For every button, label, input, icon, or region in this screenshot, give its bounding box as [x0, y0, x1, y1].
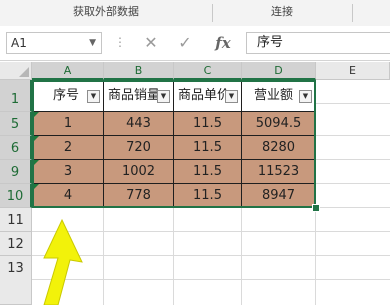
confirm-icon[interactable]: ✓ — [174, 32, 196, 54]
table-cell[interactable]: 11.5 — [174, 112, 242, 136]
table-cell[interactable]: 11.5 — [174, 160, 242, 184]
row-header-12[interactable]: 12 — [0, 232, 32, 256]
cell-value: 1 — [63, 116, 73, 131]
header-cell-revenue[interactable]: 营业额 ▼ — [242, 80, 316, 112]
gridline — [316, 207, 390, 208]
cell-value: 4 — [63, 188, 73, 203]
header-cell-price[interactable]: 商品单价 ▼ — [174, 80, 242, 112]
header-cell-id[interactable]: 序号 ▼ — [32, 80, 104, 112]
table-cell[interactable]: 11523 — [242, 160, 316, 184]
cell-value: 3 — [63, 164, 73, 179]
table-cell[interactable]: 3 — [32, 160, 104, 184]
table-cell[interactable]: 11.5 — [174, 136, 242, 160]
row-header-5[interactable]: 5 — [0, 112, 32, 136]
error-indicator-icon — [33, 184, 39, 190]
table-cell[interactable]: 443 — [104, 112, 174, 136]
fill-handle[interactable] — [312, 204, 320, 212]
header-cell-sales[interactable]: 商品销量 ▼ — [104, 80, 174, 112]
error-indicator-icon — [33, 112, 39, 118]
row-header-9[interactable]: 9 — [0, 160, 32, 184]
cancel-icon[interactable]: ✕ — [140, 32, 162, 54]
row-header-1[interactable]: 1 — [0, 80, 32, 112]
name-box-value: A1 — [11, 36, 27, 50]
name-box[interactable]: A1 ▼ — [6, 32, 102, 54]
gridline — [316, 183, 390, 184]
column-header-c[interactable]: C — [174, 62, 242, 80]
error-indicator-icon — [33, 136, 39, 142]
table-cell[interactable]: 11.5 — [174, 184, 242, 208]
filter-dropdown-icon[interactable]: ▼ — [225, 90, 238, 103]
insert-function-icon[interactable]: fx — [212, 32, 234, 54]
table-cell[interactable]: 8280 — [242, 136, 316, 160]
row-header-13[interactable]: 13 — [0, 256, 32, 305]
header-label: 商品销量 — [108, 88, 161, 103]
header-label: 商品单价 — [178, 88, 231, 103]
column-header-e[interactable]: E — [316, 62, 390, 80]
ribbon-group-get-external-data: 获取外部数据 — [73, 5, 139, 18]
table-cell[interactable]: 1 — [32, 112, 104, 136]
error-indicator-icon — [33, 160, 39, 166]
ribbon-group-connections: 连接 — [271, 5, 293, 18]
filter-dropdown-icon[interactable]: ▼ — [299, 90, 312, 103]
formula-input[interactable]: 序号 — [246, 32, 390, 54]
header-label: 序号 — [53, 88, 80, 103]
row-header-6[interactable]: 6 — [0, 136, 32, 160]
arrow-icon — [43, 218, 83, 305]
filter-dropdown-icon[interactable]: ▼ — [87, 90, 100, 103]
row-header-10[interactable]: 10 — [0, 184, 32, 208]
cell-value: 2 — [63, 140, 73, 155]
filter-dropdown-icon[interactable]: ▼ — [157, 90, 170, 103]
gridline — [316, 159, 390, 160]
formula-bar: A1 ▼ ⋮ ✕ ✓ fx 序号 — [0, 26, 390, 61]
resize-handle-icon[interactable]: ⋮ — [114, 36, 126, 48]
table-cell[interactable]: 5094.5 — [242, 112, 316, 136]
ribbon-separator — [352, 4, 353, 22]
table-cell[interactable]: 2 — [32, 136, 104, 160]
select-all-corner[interactable] — [0, 62, 32, 80]
table-cell[interactable]: 4 — [32, 184, 104, 208]
table-cell[interactable]: 778 — [104, 184, 174, 208]
gridline — [316, 103, 390, 104]
chevron-down-icon[interactable]: ▼ — [89, 33, 96, 53]
header-label: 营业额 — [254, 88, 294, 103]
table-cell[interactable]: 720 — [104, 136, 174, 160]
row-header-11[interactable]: 11 — [0, 208, 32, 232]
column-header-b[interactable]: B — [104, 62, 174, 80]
ribbon-group-labels: 获取外部数据 连接 — [0, 0, 390, 27]
column-header-d[interactable]: D — [242, 62, 316, 80]
gridline — [316, 135, 390, 136]
table-cell[interactable]: 1002 — [104, 160, 174, 184]
column-header-a[interactable]: A — [32, 62, 104, 80]
table-cell[interactable]: 8947 — [242, 184, 316, 208]
